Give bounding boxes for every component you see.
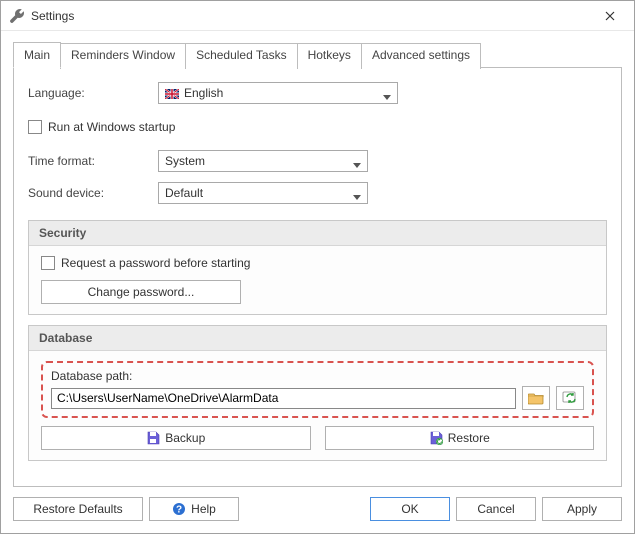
close-button[interactable] xyxy=(588,2,632,30)
svg-text:?: ? xyxy=(176,505,182,516)
save-icon xyxy=(146,431,160,445)
database-path-highlight: Database path: xyxy=(41,361,594,418)
database-header: Database xyxy=(29,326,606,351)
browse-folder-button[interactable] xyxy=(522,386,550,410)
language-row: Language: English xyxy=(28,82,607,104)
database-group: Database Database path: xyxy=(28,325,607,461)
settings-window: Settings Main Reminders Window Scheduled… xyxy=(0,0,635,534)
time-format-label: Time format: xyxy=(28,154,158,168)
content-area: Main Reminders Window Scheduled Tasks Ho… xyxy=(1,31,634,533)
restore-button[interactable]: Restore xyxy=(325,426,595,450)
sound-device-row: Sound device: Default xyxy=(28,182,607,204)
sound-device-label: Sound device: xyxy=(28,186,158,200)
run-at-startup-label: Run at Windows startup xyxy=(48,120,175,134)
uk-flag-icon xyxy=(165,88,179,98)
folder-icon xyxy=(528,391,544,405)
restore-defaults-button[interactable]: Restore Defaults xyxy=(13,497,143,521)
tab-reminders-window[interactable]: Reminders Window xyxy=(60,43,186,69)
tab-hotkeys[interactable]: Hotkeys xyxy=(297,43,362,69)
close-icon xyxy=(605,11,615,21)
chevron-down-icon xyxy=(383,90,391,104)
sound-device-value: Default xyxy=(165,186,203,200)
backup-button[interactable]: Backup xyxy=(41,426,311,450)
dialog-footer: Restore Defaults ? Help OK Cancel Apply xyxy=(13,487,622,521)
titlebar: Settings xyxy=(1,1,634,31)
request-password-label: Request a password before starting xyxy=(61,256,250,270)
time-format-row: Time format: System xyxy=(28,150,607,172)
restore-icon xyxy=(429,431,443,445)
language-select[interactable]: English xyxy=(158,82,398,104)
refresh-path-button[interactable] xyxy=(556,386,584,410)
database-actions: Backup Restore xyxy=(41,426,594,450)
language-label: Language: xyxy=(28,86,158,100)
language-value: English xyxy=(184,86,223,100)
tab-main[interactable]: Main xyxy=(13,42,61,68)
sound-device-select[interactable]: Default xyxy=(158,182,368,204)
tab-scheduled-tasks[interactable]: Scheduled Tasks xyxy=(185,43,298,69)
chevron-down-icon xyxy=(353,158,361,172)
help-button[interactable]: ? Help xyxy=(149,497,239,521)
request-password-row: Request a password before starting xyxy=(41,256,594,270)
help-icon: ? xyxy=(172,502,186,516)
refresh-icon xyxy=(562,390,578,406)
tabs: Main Reminders Window Scheduled Tasks Ho… xyxy=(13,41,622,67)
security-group: Security Request a password before start… xyxy=(28,220,607,315)
tab-advanced-settings[interactable]: Advanced settings xyxy=(361,43,481,69)
tab-panel-main: Language: English Run at Windows startup… xyxy=(13,67,622,487)
database-body: Database path: xyxy=(29,351,606,460)
run-at-startup-row: Run at Windows startup xyxy=(28,120,607,134)
security-header: Security xyxy=(29,221,606,246)
run-at-startup-checkbox[interactable] xyxy=(28,120,42,134)
change-password-button[interactable]: Change password... xyxy=(41,280,241,304)
security-body: Request a password before starting Chang… xyxy=(29,246,606,314)
apply-button[interactable]: Apply xyxy=(542,497,622,521)
request-password-checkbox[interactable] xyxy=(41,256,55,270)
wrench-icon xyxy=(9,8,25,24)
time-format-select[interactable]: System xyxy=(158,150,368,172)
chevron-down-icon xyxy=(353,190,361,204)
window-title: Settings xyxy=(31,9,588,23)
database-path-input[interactable] xyxy=(51,388,516,409)
ok-button[interactable]: OK xyxy=(370,497,450,521)
database-path-label: Database path: xyxy=(51,369,584,383)
cancel-button[interactable]: Cancel xyxy=(456,497,536,521)
time-format-value: System xyxy=(165,154,205,168)
